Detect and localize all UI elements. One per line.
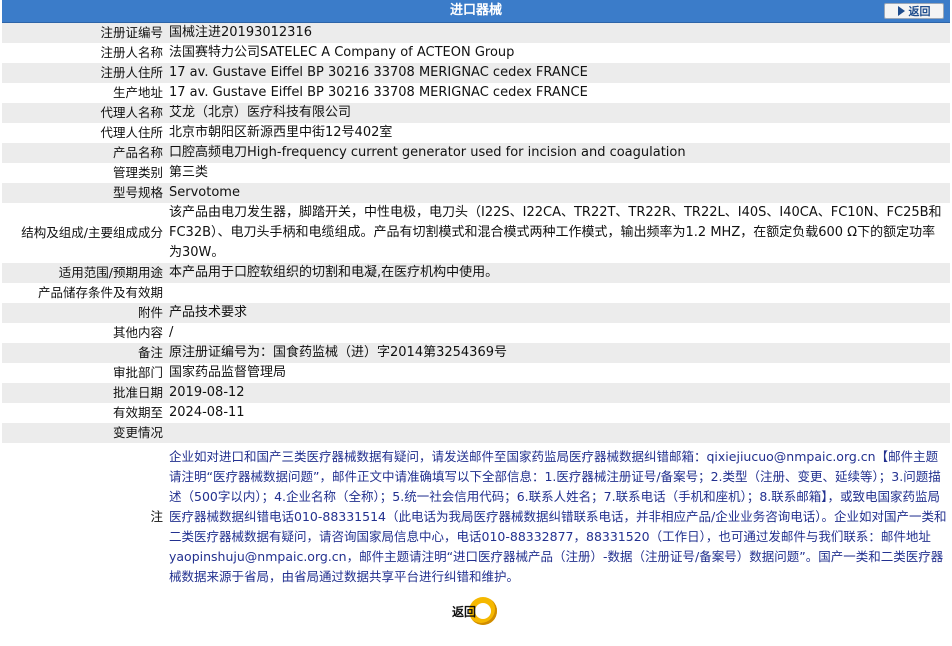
row-label: 审批部门 bbox=[2, 363, 166, 383]
row-value: 2019-08-12 bbox=[166, 383, 950, 403]
table-row: 备注 原注册证编号为：国食药监械（进）字2014第3254369号 bbox=[2, 343, 950, 363]
row-label: 其他内容 bbox=[2, 323, 166, 343]
row-value: 17 av. Gustave Eiffel BP 30216 33708 MER… bbox=[166, 83, 950, 103]
row-value bbox=[166, 283, 950, 303]
table-row: 注册人名称 法国赛特力公司SATELEC A Company of ACTEON … bbox=[2, 43, 950, 63]
table-row: 变更情况 bbox=[2, 423, 950, 443]
footer: 返回 bbox=[2, 591, 950, 627]
row-label: 产品名称 bbox=[2, 143, 166, 163]
back-button-top-label: 返回 bbox=[908, 5, 931, 18]
back-button-bottom[interactable]: 返回 bbox=[447, 597, 497, 625]
table-row: 批准日期 2019-08-12 bbox=[2, 383, 950, 403]
table-row: 附件 产品技术要求 bbox=[2, 303, 950, 323]
table-row: 产品储存条件及有效期 bbox=[2, 283, 950, 303]
row-value: 原注册证编号为：国食药监械（进）字2014第3254369号 bbox=[166, 343, 950, 363]
row-value: 艾龙（北京）医疗科技有限公司 bbox=[166, 103, 950, 123]
row-value: 17 av. Gustave Eiffel BP 30216 33708 MER… bbox=[166, 63, 950, 83]
row-value: Servotome bbox=[166, 183, 950, 203]
table-row: 代理人住所 北京市朝阳区新源西里中街12号402室 bbox=[2, 123, 950, 143]
row-value: 法国赛特力公司SATELEC A Company of ACTEON Group bbox=[166, 43, 950, 63]
table-row: 有效期至 2024-08-11 bbox=[2, 403, 950, 423]
page-title: 进口器械 bbox=[449, 3, 502, 18]
row-label: 变更情况 bbox=[2, 423, 166, 443]
row-label: 管理类别 bbox=[2, 163, 166, 183]
row-label: 生产地址 bbox=[2, 83, 166, 103]
row-label: 附件 bbox=[2, 303, 166, 323]
header-bar: 进口器械 返回 bbox=[2, 0, 950, 23]
row-label: 注册人住所 bbox=[2, 63, 166, 83]
row-label: 代理人名称 bbox=[2, 103, 166, 123]
table-row: 型号规格 Servotome bbox=[2, 183, 950, 203]
row-label: 备注 bbox=[2, 343, 166, 363]
row-label: 结构及组成/主要组成成分 bbox=[2, 203, 166, 263]
table-row: 适用范围/预期用途 本产品用于口腔软组织的切割和电凝,在医疗机构中使用。 bbox=[2, 263, 950, 283]
table-row: 产品名称 口腔高频电刀High-frequency current generat… bbox=[2, 143, 950, 163]
table-row: 其他内容 / bbox=[2, 323, 950, 343]
table-row: 审批部门 国家药品监督管理局 bbox=[2, 363, 950, 383]
row-value: 国家药品监督管理局 bbox=[166, 363, 950, 383]
arrow-right-icon bbox=[897, 6, 905, 16]
row-label: 批准日期 bbox=[2, 383, 166, 403]
row-value: 产品技术要求 bbox=[166, 303, 950, 323]
row-value: / bbox=[166, 323, 950, 343]
row-label: 代理人住所 bbox=[2, 123, 166, 143]
page: 进口器械 返回 注册证编号 国械注进20193012316 注册人名称 法国赛特力公司… bbox=[2, 0, 950, 627]
note-label: 注 bbox=[2, 443, 166, 591]
row-label: 产品储存条件及有效期 bbox=[2, 283, 166, 303]
row-value: 国械注进20193012316 bbox=[166, 23, 950, 43]
row-label: 有效期至 bbox=[2, 403, 166, 423]
device-info-table: 注册证编号 国械注进20193012316 注册人名称 法国赛特力公司SATELEC … bbox=[2, 23, 950, 591]
row-value bbox=[166, 423, 950, 443]
note-text: 企业如对进口和国产三类医疗器械数据有疑问，请发送邮件至国家药监局医疗器械数据纠错… bbox=[166, 443, 950, 591]
row-value: 第三类 bbox=[166, 163, 950, 183]
row-label: 适用范围/预期用途 bbox=[2, 263, 166, 283]
row-value: 北京市朝阳区新源西里中街12号402室 bbox=[166, 123, 950, 143]
note-row: 注企业如对进口和国产三类医疗器械数据有疑问，请发送邮件至国家药监局医疗器械数据纠… bbox=[2, 443, 950, 591]
table-row: 注册证编号 国械注进20193012316 bbox=[2, 23, 950, 43]
table-row: 结构及组成/主要组成成分 该产品由电刀发生器，脚踏开关，中性电极，电刀头（I22S… bbox=[2, 203, 950, 263]
table-row: 管理类别 第三类 bbox=[2, 163, 950, 183]
row-value: 该产品由电刀发生器，脚踏开关，中性电极，电刀头（I22S、I22CA、TR22T… bbox=[166, 203, 950, 263]
table-row: 代理人名称 艾龙（北京）医疗科技有限公司 bbox=[2, 103, 950, 123]
table-row: 注册人住所 17 av. Gustave Eiffel BP 30216 3370… bbox=[2, 63, 950, 83]
row-value: 本产品用于口腔软组织的切割和电凝,在医疗机构中使用。 bbox=[166, 263, 950, 283]
back-button-bottom-label: 返回 bbox=[452, 604, 477, 619]
row-label: 注册证编号 bbox=[2, 23, 166, 43]
row-value: 2024-08-11 bbox=[166, 403, 950, 423]
back-button-top[interactable]: 返回 bbox=[884, 3, 944, 19]
row-label: 注册人名称 bbox=[2, 43, 166, 63]
row-label: 型号规格 bbox=[2, 183, 166, 203]
table-row: 生产地址 17 av. Gustave Eiffel BP 30216 33708… bbox=[2, 83, 950, 103]
row-value: 口腔高频电刀High-frequency current generator u… bbox=[166, 143, 950, 163]
